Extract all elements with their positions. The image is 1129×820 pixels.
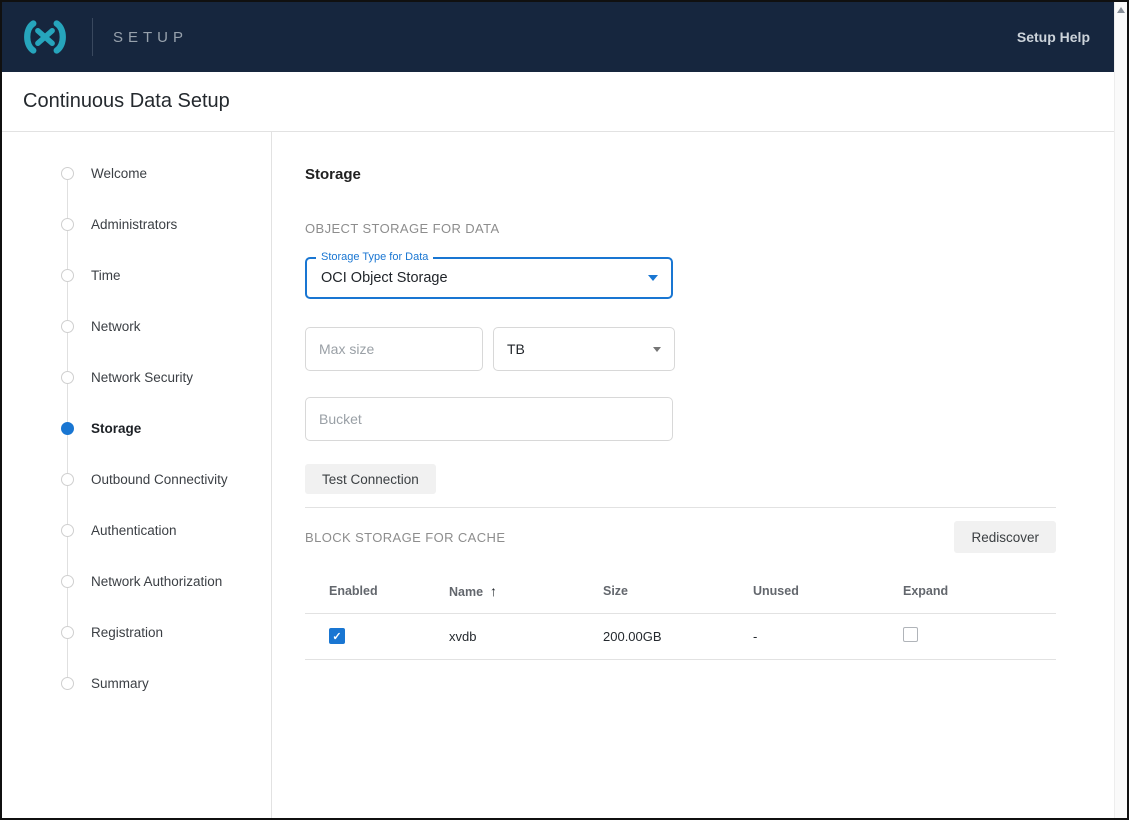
column-label: Name — [449, 585, 484, 600]
step-label: Time — [91, 268, 121, 283]
step-label: Authentication — [91, 523, 177, 538]
stepper-item-storage[interactable]: Storage — [2, 403, 271, 454]
storage-type-label: Storage Type for Data — [316, 251, 434, 263]
expand-checkbox[interactable] — [903, 627, 918, 642]
step-label: Administrators — [91, 217, 178, 232]
step-dot-icon — [61, 473, 74, 486]
step-dot-icon — [61, 167, 74, 180]
step-dot-icon — [61, 320, 74, 333]
step-label: Network — [91, 319, 141, 334]
stepper-item-network-authorization[interactable]: Network Authorization — [2, 556, 271, 607]
column-header-name[interactable]: Name ↑ — [449, 570, 603, 614]
column-label: Expand — [903, 584, 949, 599]
step-dot-icon — [61, 575, 74, 588]
step-label: Network Authorization — [91, 574, 223, 589]
stepper-item-summary[interactable]: Summary — [2, 658, 271, 709]
block-storage-header: BLOCK STORAGE FOR CACHE Rediscover — [305, 521, 1056, 553]
cell-expand — [903, 613, 1056, 660]
step-dot-icon — [61, 524, 74, 537]
object-storage-section-label: OBJECT STORAGE FOR DATA — [305, 221, 500, 236]
storage-type-select[interactable]: Storage Type for Data OCI Object Storage — [305, 251, 673, 299]
stepper-item-outbound-connectivity[interactable]: Outbound Connectivity — [2, 454, 271, 505]
size-unit-value: TB — [507, 341, 525, 357]
brand-label: SETUP — [113, 28, 189, 46]
column-header-enabled[interactable]: Enabled — [305, 570, 449, 614]
title-bar: Continuous Data Setup — [2, 72, 1114, 132]
wizard-sidebar: Welcome Administrators Time Network Network … — [2, 132, 272, 818]
max-size-input[interactable] — [305, 327, 483, 371]
vertical-scrollbar[interactable] — [1114, 2, 1127, 818]
cell-name: xvdb — [449, 613, 603, 660]
column-label: Enabled — [329, 584, 378, 599]
setup-help-link[interactable]: Setup Help — [1017, 29, 1090, 45]
panel-heading: Storage — [305, 166, 361, 183]
cell-unused: - — [753, 613, 903, 660]
chevron-down-icon — [653, 346, 661, 352]
test-connection-button[interactable]: Test Connection — [305, 464, 436, 494]
step-dot-icon — [61, 626, 74, 639]
page-title: Continuous Data Setup — [23, 90, 230, 112]
size-unit-select[interactable]: TB — [493, 327, 675, 371]
block-storage-section-label: BLOCK STORAGE FOR CACHE — [305, 529, 506, 545]
rediscover-button[interactable]: Rediscover — [954, 521, 1056, 553]
bucket-input[interactable] — [305, 397, 673, 441]
delphix-logo-icon — [18, 18, 72, 56]
step-label: Summary — [91, 676, 149, 691]
content-body: Welcome Administrators Time Network Network … — [2, 132, 1114, 818]
step-dot-icon — [61, 677, 74, 690]
stepper-item-administrators[interactable]: Administrators — [2, 199, 271, 250]
stepper-item-welcome[interactable]: Welcome — [2, 148, 271, 199]
sort-asc-icon: ↑ — [490, 583, 498, 600]
step-label: Storage — [91, 421, 142, 436]
header-divider — [92, 18, 93, 56]
stepper-item-network-security[interactable]: Network Security — [2, 352, 271, 403]
table-header-row: Enabled Name ↑ Size Unused Expand — [305, 570, 1056, 614]
column-label: Size — [603, 584, 629, 599]
step-dot-icon — [61, 371, 74, 384]
column-label: Unused — [753, 584, 799, 599]
column-header-size[interactable]: Size — [603, 570, 753, 614]
step-dot-icon — [61, 218, 74, 231]
storage-panel: Storage OBJECT STORAGE FOR DATA Storage … — [272, 132, 1114, 818]
step-dot-icon — [61, 269, 74, 282]
setup-app-window: SETUP Setup Help Continuous Data Setup W… — [0, 0, 1129, 820]
block-devices-table: Enabled Name ↑ Size Unused Expand ✓ xvdb 200.00… — [305, 570, 1056, 660]
device-row: ✓ xvdb 200.00GB - — [305, 613, 1056, 660]
table-body: ✓ xvdb 200.00GB - — [305, 613, 1056, 660]
step-label: Outbound Connectivity — [91, 472, 228, 487]
cell-size: 200.00GB — [603, 613, 753, 660]
step-active-dot-icon — [61, 422, 74, 435]
step-label: Welcome — [91, 166, 148, 181]
scroll-up-icon[interactable] — [1117, 7, 1125, 13]
stepper-item-network[interactable]: Network — [2, 301, 271, 352]
section-divider — [305, 507, 1056, 508]
cell-enabled: ✓ — [305, 613, 449, 660]
stepper-item-time[interactable]: Time — [2, 250, 271, 301]
stepper-item-authentication[interactable]: Authentication — [2, 505, 271, 556]
stepper: Welcome Administrators Time Network Network … — [2, 132, 271, 709]
step-label: Network Security — [91, 370, 194, 385]
step-label: Registration — [91, 625, 164, 640]
main-column: SETUP Setup Help Continuous Data Setup W… — [2, 2, 1114, 818]
column-header-expand[interactable]: Expand — [903, 570, 1056, 614]
max-size-row: TB — [305, 327, 1056, 371]
stepper-item-registration[interactable]: Registration — [2, 607, 271, 658]
storage-type-value: OCI Object Storage — [321, 270, 448, 286]
chevron-down-icon — [648, 275, 658, 281]
app-header: SETUP Setup Help — [2, 2, 1114, 72]
column-header-unused[interactable]: Unused — [753, 570, 903, 614]
enabled-checkbox[interactable]: ✓ — [329, 628, 345, 645]
